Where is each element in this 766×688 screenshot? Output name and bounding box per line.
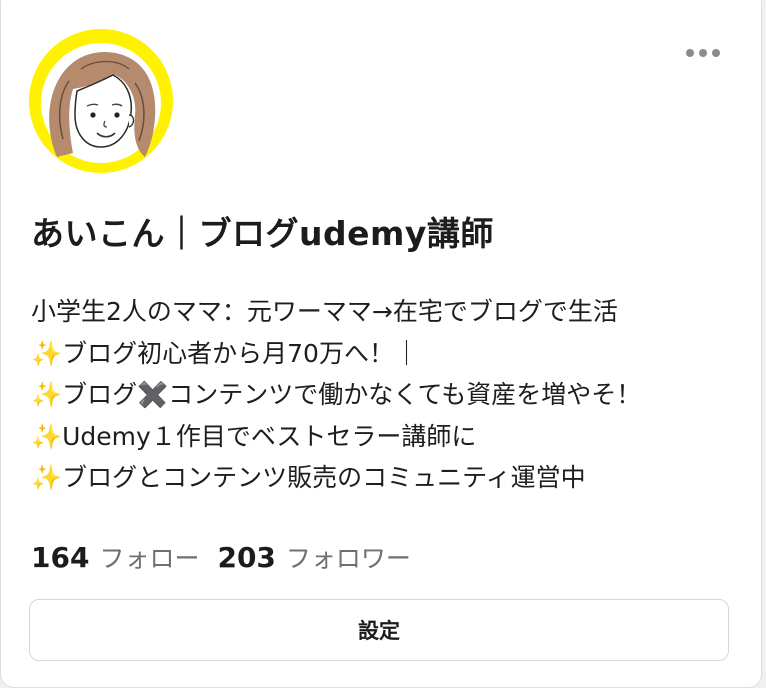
bio-line: ✨ブログ✖️コンテンツで働かなくても資産を増やそ！ xyxy=(31,380,642,409)
following-label: フォロー xyxy=(99,544,200,573)
followers-label: フォロワー xyxy=(285,544,411,573)
avatar[interactable] xyxy=(29,29,173,173)
more-horizontal-icon xyxy=(686,49,694,57)
following-count: 164 xyxy=(31,541,90,574)
more-horizontal-icon-dot xyxy=(712,49,720,57)
bio-line: ✨ブログとコンテンツ販売のコミュニティ運営中 xyxy=(31,463,586,492)
settings-button[interactable]: 設定 xyxy=(29,599,729,661)
illustrated-woman-avatar-icon xyxy=(29,29,173,173)
following-link[interactable]: 164 フォロー xyxy=(31,539,199,575)
bio-line: 小学生2人のママ：元ワーママ→在宅でブログで生活 xyxy=(31,297,618,326)
bio-line: ✨Udemy１作目でベストセラー講師に xyxy=(31,421,477,451)
followers-count: 203 xyxy=(217,541,276,574)
followers-link[interactable]: 203 フォロワー xyxy=(217,539,410,575)
more-horizontal-icon-dot xyxy=(699,49,707,57)
profile-card: あいこん｜ブログudemy講師 小学生2人のママ：元ワーママ→在宅でブログで生活… xyxy=(0,0,762,688)
profile-display-name: あいこん｜ブログudemy講師 xyxy=(31,214,494,253)
profile-bio: 小学生2人のママ：元ワーママ→在宅でブログで生活 ✨ブログ初心者から月70万へ！… xyxy=(31,291,741,499)
profile-stats: 164 フォロー 203 フォロワー xyxy=(31,539,411,575)
more-options-button[interactable] xyxy=(681,39,725,67)
bio-line: ✨ブログ初心者から月70万へ！｜ xyxy=(31,338,419,368)
